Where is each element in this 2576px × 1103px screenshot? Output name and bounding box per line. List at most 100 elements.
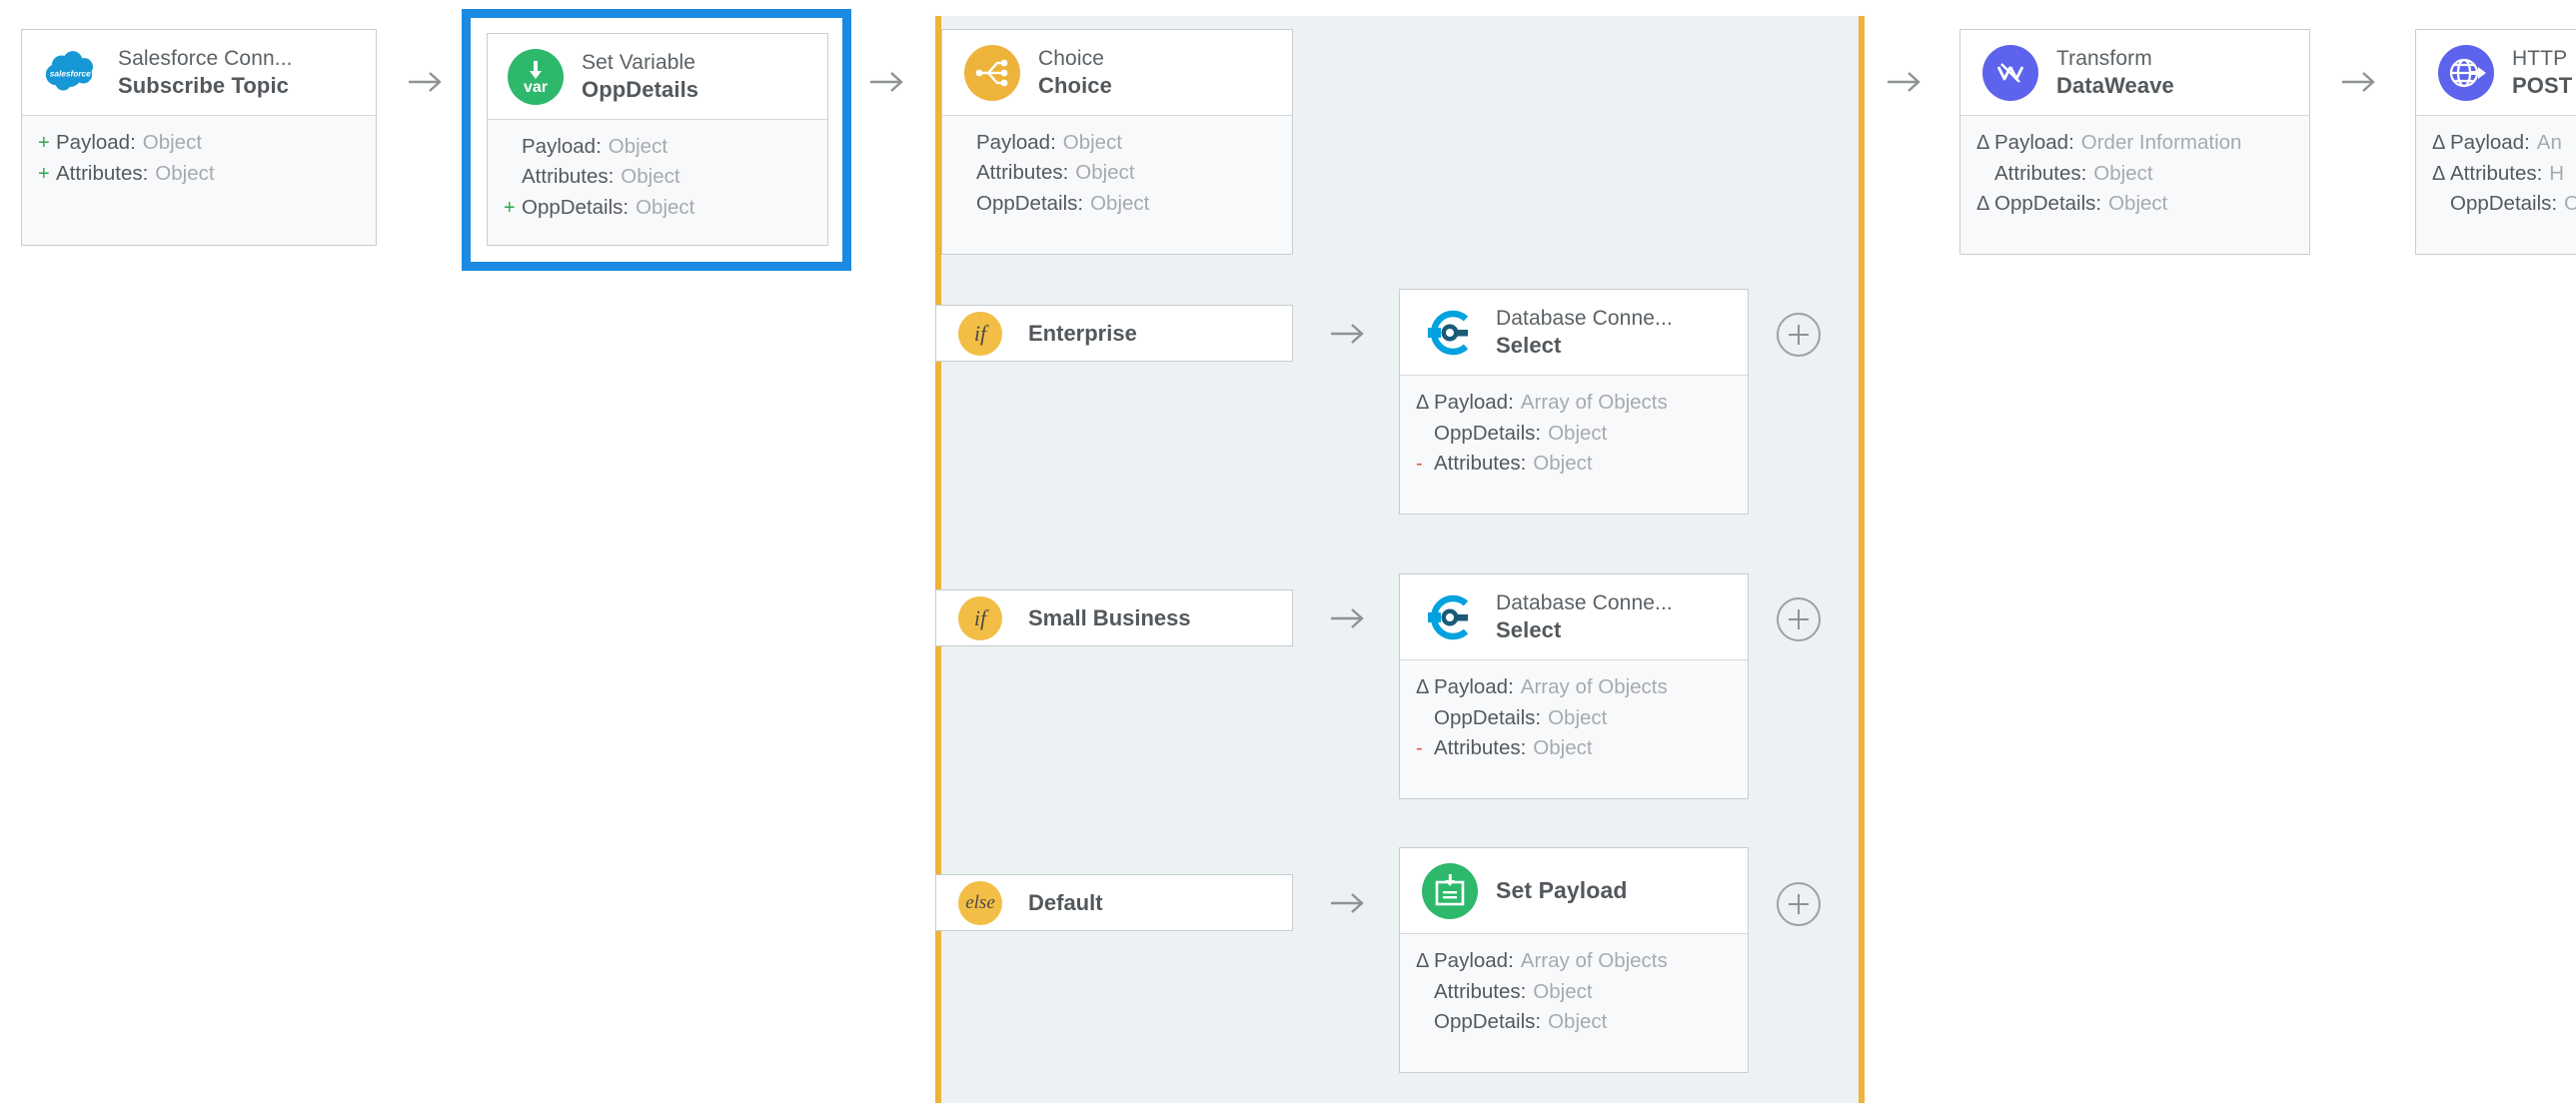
- node-salesforce-subscribe-topic[interactable]: salesforce Salesforce Conn... Subscribe …: [21, 29, 377, 246]
- metadata-mark: -: [1416, 734, 1434, 764]
- node-choice-router[interactable]: Choice Choice Payload: Object Attributes…: [941, 29, 1293, 255]
- metadata-row: OppDetails: Object: [1416, 703, 1728, 733]
- metadata-key: Attributes:: [1434, 449, 1526, 479]
- connector-arrow-default-to-setpayload: [1328, 886, 1368, 920]
- metadata-mark: Δ: [1976, 129, 1994, 159]
- node-titles: Set Payload: [1496, 876, 1628, 905]
- branch-condition-enterprise[interactable]: if Enterprise: [935, 305, 1293, 362]
- branch-condition-default[interactable]: else Default: [935, 874, 1293, 931]
- node-titles: HTTP POST: [2512, 46, 2572, 99]
- metadata-mark: Δ: [2432, 160, 2450, 190]
- metadata-mark: +: [38, 160, 56, 190]
- node-metadata-list: Δ Payload: Array of Objects Attributes: …: [1400, 934, 1748, 1072]
- metadata-row: Attributes: Object: [1976, 159, 2289, 189]
- node-database-select-small-business[interactable]: Database Conne... Select Δ Payload: Arra…: [1399, 573, 1749, 799]
- metadata-key: OppDetails:: [1434, 1007, 1541, 1037]
- node-titles: Set Variable OppDetails: [582, 50, 698, 103]
- node-title: DataWeave: [2056, 72, 2174, 99]
- branch-label: Default: [1028, 890, 1103, 916]
- node-header: Transform DataWeave: [1960, 30, 2309, 116]
- node-subtitle: Choice: [1038, 46, 1112, 72]
- metadata-value: Object: [2093, 159, 2152, 189]
- add-component-button-default[interactable]: [1777, 882, 1821, 926]
- metadata-key: OppDetails:: [1434, 703, 1541, 733]
- metadata-row: OppDetails: O: [2432, 189, 2576, 219]
- metadata-value: H: [2549, 159, 2564, 189]
- metadata-row: Δ Payload: Array of Objects: [1416, 672, 1728, 703]
- metadata-key: Attributes:: [1994, 159, 2086, 189]
- node-database-select-enterprise[interactable]: Database Conne... Select Δ Payload: Arra…: [1399, 289, 1749, 515]
- metadata-mark: Δ: [2432, 129, 2450, 159]
- node-header: Database Conne... Select: [1400, 290, 1748, 376]
- node-set-variable[interactable]: var Set Variable OppDetails Payload: Obj…: [487, 33, 828, 246]
- connector-arrow-smallbusiness-to-db: [1328, 601, 1368, 635]
- metadata-row: + OppDetails: Object: [504, 193, 807, 224]
- metadata-value: Object: [1548, 419, 1607, 449]
- node-header: Set Payload: [1400, 848, 1748, 934]
- metadata-value: Object: [1533, 977, 1592, 1007]
- if-icon: if: [958, 596, 1002, 640]
- add-component-button-small-business[interactable]: [1777, 597, 1821, 641]
- metadata-key: Payload:: [2450, 128, 2530, 158]
- svg-text:salesforce: salesforce: [50, 68, 91, 78]
- metadata-value: Object: [2108, 189, 2167, 219]
- choice-router-icon: [964, 45, 1020, 101]
- metadata-value: Object: [1075, 158, 1134, 188]
- node-http-post[interactable]: HTTP POST Δ Payload: An Δ Attributes: H …: [2415, 29, 2576, 255]
- database-connector-icon: [1422, 305, 1478, 361]
- metadata-key: Payload:: [1434, 946, 1514, 976]
- connector-arrow-salesforce-to-setvariable: [406, 65, 446, 99]
- node-header: HTTP POST: [2416, 30, 2576, 116]
- add-component-button-enterprise[interactable]: [1777, 313, 1821, 357]
- metadata-row: Δ OppDetails: Object: [1976, 189, 2289, 220]
- node-subtitle: Set Variable: [582, 50, 698, 76]
- node-titles: Database Conne... Select: [1496, 306, 1673, 359]
- metadata-key: Attributes:: [976, 158, 1068, 188]
- metadata-row: Attributes: Object: [958, 158, 1272, 188]
- node-subtitle: Salesforce Conn...: [118, 46, 293, 72]
- node-title: Select: [1496, 616, 1673, 643]
- metadata-value: Array of Objects: [1521, 388, 1668, 418]
- branch-label: Small Business: [1028, 605, 1191, 631]
- metadata-value: Object: [1533, 449, 1592, 479]
- metadata-key: Attributes:: [522, 162, 614, 192]
- metadata-key: Payload:: [522, 132, 602, 162]
- node-set-payload[interactable]: Set Payload Δ Payload: Array of Objects …: [1399, 847, 1749, 1073]
- metadata-value: Order Information: [2081, 128, 2242, 158]
- node-header: Database Conne... Select: [1400, 574, 1748, 660]
- metadata-value: Object: [1533, 733, 1592, 763]
- metadata-key: Payload:: [976, 128, 1056, 158]
- node-titles: Salesforce Conn... Subscribe Topic: [118, 46, 293, 99]
- branch-condition-small-business[interactable]: if Small Business: [935, 589, 1293, 646]
- node-metadata-list: Δ Payload: Order Information Attributes:…: [1960, 116, 2309, 254]
- metadata-key: Attributes:: [56, 159, 148, 189]
- if-icon: if: [958, 312, 1002, 356]
- metadata-mark: Δ: [1416, 673, 1434, 703]
- connector-arrow-enterprise-to-db: [1328, 317, 1368, 351]
- metadata-key: Payload:: [1434, 388, 1514, 418]
- metadata-value: Object: [636, 193, 694, 223]
- node-transform-dataweave[interactable]: Transform DataWeave Δ Payload: Order Inf…: [1959, 29, 2310, 255]
- database-connector-icon: [1422, 589, 1478, 645]
- metadata-value: Object: [1548, 1007, 1607, 1037]
- node-title: Select: [1496, 332, 1673, 359]
- set-variable-icon: var: [508, 49, 564, 105]
- node-titles: Transform DataWeave: [2056, 46, 2174, 99]
- metadata-row: Payload: Object: [958, 128, 1272, 158]
- node-header: var Set Variable OppDetails: [488, 34, 827, 120]
- metadata-row: OppDetails: Object: [1416, 419, 1728, 449]
- else-icon: else: [958, 881, 1002, 925]
- metadata-row: OppDetails: Object: [958, 189, 1272, 219]
- metadata-key: OppDetails:: [1994, 189, 2101, 219]
- flow-canvas: salesforce Salesforce Conn... Subscribe …: [0, 0, 2576, 1103]
- metadata-key: Attributes:: [2450, 159, 2542, 189]
- metadata-row: Δ Payload: Order Information: [1976, 128, 2289, 159]
- node-titles: Database Conne... Select: [1496, 590, 1673, 643]
- metadata-row: + Payload: Object: [38, 128, 356, 159]
- connector-arrow-choice-to-transform: [1885, 65, 1925, 99]
- node-metadata-list: + Payload: Object + Attributes: Object: [22, 116, 376, 245]
- metadata-row: Δ Payload: Array of Objects: [1416, 388, 1728, 419]
- metadata-row: - Attributes: Object: [1416, 449, 1728, 480]
- metadata-value: Object: [1548, 703, 1607, 733]
- metadata-mark: +: [504, 194, 522, 224]
